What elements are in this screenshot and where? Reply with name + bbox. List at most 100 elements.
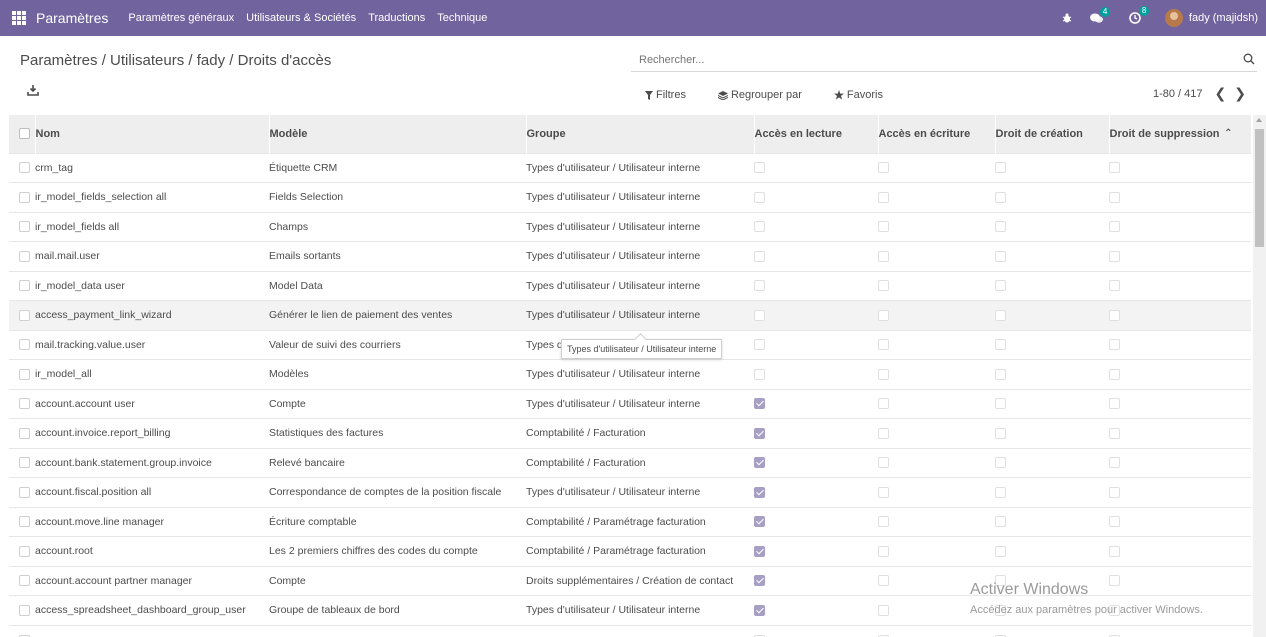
cell-name[interactable]: account.fiscal.position all bbox=[35, 477, 269, 507]
delete-right-checkbox[interactable] bbox=[1109, 427, 1120, 439]
create-right-checkbox[interactable] bbox=[995, 309, 1006, 321]
table-row[interactable]: account.root Les 2 premiers chiffres des … bbox=[9, 536, 1251, 566]
group-by-button[interactable]: Regrouper par bbox=[717, 89, 818, 101]
breadcrumb-user-fady[interactable]: fady bbox=[197, 52, 225, 69]
read-access-checkbox[interactable] bbox=[754, 221, 765, 233]
cell-name[interactable]: ir_model_all bbox=[35, 359, 269, 389]
table-row[interactable]: access_payment_link_wizard Générer le lie… bbox=[9, 300, 1251, 330]
create-right-checkbox[interactable] bbox=[995, 191, 1006, 203]
read-access-checkbox[interactable] bbox=[754, 368, 765, 380]
table-row[interactable]: account.invoice.report_billing Statistiqu… bbox=[9, 418, 1251, 448]
table-row[interactable]: ir_model_data user Model Data Types d'util… bbox=[9, 270, 1251, 301]
read-access-checkbox[interactable] bbox=[754, 339, 765, 351]
create-right-checkbox[interactable] bbox=[995, 162, 1006, 174]
row-select-checkbox[interactable] bbox=[19, 427, 30, 439]
cell-group[interactable]: Comptabilité / Paramétrage facturation bbox=[526, 506, 754, 537]
cell-group[interactable]: Types d'utilisateur / Utilisateur intern… bbox=[526, 477, 754, 507]
table-row[interactable]: account.account user Compte Types d'utilis… bbox=[9, 388, 1251, 419]
apps-menu-icon[interactable] bbox=[12, 11, 26, 25]
table-row[interactable]: ir_model_fields all Champs Types d'utilisa… bbox=[9, 211, 1251, 242]
select-all-checkbox[interactable] bbox=[19, 128, 30, 140]
row-select-checkbox[interactable] bbox=[19, 309, 30, 321]
cell-model[interactable]: Compte bbox=[269, 388, 526, 419]
row-select-checkbox[interactable] bbox=[19, 545, 30, 557]
delete-right-checkbox[interactable] bbox=[1109, 309, 1120, 321]
row-select-checkbox[interactable] bbox=[19, 604, 30, 616]
vertical-scrollbar[interactable] bbox=[1253, 115, 1266, 637]
write-access-checkbox[interactable] bbox=[878, 545, 889, 557]
row-select-checkbox[interactable] bbox=[19, 516, 30, 528]
create-right-checkbox[interactable] bbox=[995, 280, 1006, 292]
search-input[interactable] bbox=[631, 50, 1231, 70]
column-header-delete[interactable]: Droit de suppression ⌃ bbox=[1109, 115, 1251, 153]
cell-group[interactable] bbox=[526, 624, 754, 637]
write-access-checkbox[interactable] bbox=[878, 575, 889, 587]
create-right-checkbox[interactable] bbox=[995, 250, 1006, 262]
cell-group[interactable]: Types d'utilisateur / Utilisateur intern… bbox=[526, 152, 754, 183]
cell-group[interactable]: Types d'utilisateur / Utilisateur intern… bbox=[526, 211, 754, 242]
write-access-checkbox[interactable] bbox=[878, 339, 889, 351]
row-select-checkbox[interactable] bbox=[19, 280, 30, 292]
cell-group[interactable]: Types d'utilisateur / Utilisateur intern… bbox=[526, 241, 754, 271]
delete-right-checkbox[interactable] bbox=[1109, 398, 1120, 410]
cell-name[interactable]: crm_tag bbox=[35, 152, 269, 183]
read-access-checkbox[interactable] bbox=[754, 604, 765, 616]
table-row[interactable]: account.fiscal.position all Correspondanc… bbox=[9, 477, 1251, 507]
cell-model[interactable]: Model Data bbox=[269, 270, 526, 301]
scroll-thumb[interactable] bbox=[1255, 129, 1264, 247]
cell-group[interactable]: Types d'utilisateur / Utilisateur intern… bbox=[526, 595, 754, 625]
cell-model[interactable]: Fields Selection bbox=[269, 182, 526, 212]
table-row[interactable]: crm_tag Étiquette CRM Types d'utilisateur … bbox=[9, 152, 1251, 183]
cell-name[interactable]: ir_model_fields_selection all bbox=[35, 182, 269, 212]
search-icon[interactable] bbox=[1243, 53, 1255, 65]
read-access-checkbox[interactable] bbox=[754, 250, 765, 262]
delete-right-checkbox[interactable] bbox=[1109, 250, 1120, 262]
delete-right-checkbox[interactable] bbox=[1109, 339, 1120, 351]
row-select-checkbox[interactable] bbox=[19, 191, 30, 203]
favorites-button[interactable]: Favoris bbox=[833, 89, 899, 101]
table-row[interactable]: mail.mail.user Emails sortants Types d'uti… bbox=[9, 241, 1251, 271]
cell-model[interactable] bbox=[269, 624, 526, 637]
row-select-checkbox[interactable] bbox=[19, 457, 30, 469]
create-right-checkbox[interactable] bbox=[995, 545, 1006, 557]
cell-group[interactable]: Comptabilité / Facturation bbox=[526, 447, 754, 478]
cell-model[interactable]: Relevé bancaire bbox=[269, 447, 526, 478]
read-access-checkbox[interactable] bbox=[754, 398, 765, 410]
cell-group[interactable]: Comptabilité / Paramétrage facturation bbox=[526, 536, 754, 566]
delete-right-checkbox[interactable] bbox=[1109, 516, 1120, 528]
menu-general-settings[interactable]: Paramètres généraux bbox=[128, 12, 234, 24]
app-name[interactable]: Paramètres bbox=[36, 10, 108, 26]
create-right-checkbox[interactable] bbox=[995, 486, 1006, 498]
delete-right-checkbox[interactable] bbox=[1109, 457, 1120, 469]
cell-group[interactable]: Comptabilité / Facturation bbox=[526, 418, 754, 448]
read-access-checkbox[interactable] bbox=[754, 191, 765, 203]
cell-model[interactable]: Statistiques des factures bbox=[269, 418, 526, 448]
column-header-name[interactable]: Nom bbox=[35, 115, 270, 153]
row-select-checkbox[interactable] bbox=[19, 339, 30, 351]
cell-model[interactable]: Écriture comptable bbox=[269, 506, 526, 537]
messages-icon[interactable]: 4 bbox=[1089, 6, 1111, 24]
write-access-checkbox[interactable] bbox=[878, 398, 889, 410]
cell-group[interactable]: Droits supplémentaires / Création de con… bbox=[526, 565, 754, 596]
menu-users-companies[interactable]: Utilisateurs & Sociétés bbox=[246, 12, 356, 24]
delete-right-checkbox[interactable] bbox=[1109, 545, 1120, 557]
column-header-group[interactable]: Groupe bbox=[526, 115, 755, 153]
cell-name[interactable]: account.move.line manager bbox=[35, 506, 269, 537]
cell-name[interactable]: ir_model_fields all bbox=[35, 211, 269, 242]
cell-model[interactable]: Valeur de suivi des courriers bbox=[269, 329, 526, 360]
column-header-create[interactable]: Droit de création bbox=[995, 115, 1110, 153]
breadcrumb-settings[interactable]: Paramètres bbox=[20, 52, 98, 69]
create-right-checkbox[interactable] bbox=[995, 427, 1006, 439]
delete-right-checkbox[interactable] bbox=[1109, 162, 1120, 174]
column-header-model[interactable]: Modèle bbox=[269, 115, 527, 153]
cell-model[interactable]: Modèles bbox=[269, 359, 526, 389]
read-access-checkbox[interactable] bbox=[754, 545, 765, 557]
cell-group[interactable]: Types d'utilisateur / Utilisateur intern… bbox=[526, 388, 754, 419]
cell-model[interactable]: Groupe de tableaux de bord bbox=[269, 595, 526, 625]
row-select-checkbox[interactable] bbox=[19, 486, 30, 498]
read-access-checkbox[interactable] bbox=[754, 280, 765, 292]
cell-model[interactable]: Correspondance de comptes de la position… bbox=[269, 477, 526, 507]
cell-name[interactable]: access_spreadsheet_dashboard_group_user bbox=[35, 595, 269, 625]
cell-name[interactable]: account.account user bbox=[35, 388, 269, 419]
create-right-checkbox[interactable] bbox=[995, 339, 1006, 351]
